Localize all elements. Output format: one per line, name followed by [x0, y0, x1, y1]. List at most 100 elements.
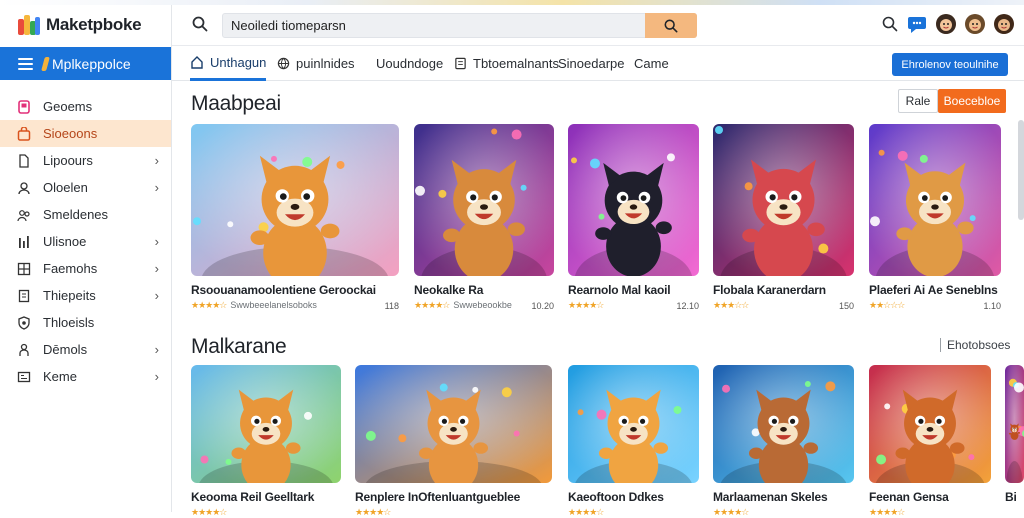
game-card[interactable]: Bi — [1005, 365, 1024, 504]
game-thumbnail[interactable] — [355, 365, 552, 483]
search-input[interactable] — [223, 14, 643, 37]
sidebar-item-label: Smeldenes — [43, 207, 109, 222]
sidebar-item[interactable]: Thiepeits › — [0, 282, 171, 309]
game-card[interactable]: Flobala Karanerdarn ★★★☆☆ 150 — [713, 124, 854, 311]
sidebar-item[interactable]: Keme › — [0, 363, 171, 390]
avatar[interactable] — [965, 14, 985, 34]
game-card[interactable]: Kaeoftoon Ddkes ★★★★☆ — [568, 365, 699, 518]
game-title[interactable]: Kaeoftoon Ddkes — [568, 490, 699, 504]
tab[interactable]: Uoudndoge — [376, 46, 443, 81]
chevron-right-icon: › — [154, 234, 159, 249]
game-thumbnail[interactable] — [568, 124, 699, 276]
rate-button[interactable]: Rale — [898, 89, 938, 113]
game-meta: ★★★★☆ 12.10 — [568, 300, 699, 311]
tab[interactable]: Unthagun — [190, 46, 267, 81]
people-icon — [17, 208, 31, 222]
shield-icon — [17, 315, 31, 330]
scrollbar[interactable] — [1018, 120, 1024, 220]
game-card[interactable]: Renplere InOftenluantgueblee ★★★★☆ — [355, 365, 552, 518]
game-count: 150 — [838, 300, 854, 311]
rating-group: ★★★★☆ — [869, 507, 905, 518]
sidebar-item-label: Oloelen — [43, 180, 88, 195]
game-card[interactable]: Marlaamenan Skeles ★★★★☆ — [713, 365, 854, 518]
avatar[interactable] — [994, 14, 1014, 34]
tabs-cta-button[interactable]: Ehrolenov teoulnihe — [892, 53, 1008, 76]
tab[interactable]: Came — [634, 46, 669, 81]
game-title[interactable]: Renplere InOftenluantgueblee — [355, 490, 552, 504]
star-rating-icon: ★★★★☆ — [869, 507, 905, 517]
rating-group: ★★★★☆ — [355, 507, 391, 518]
game-card[interactable]: Neokalke Ra ★★★★☆ Swwebeookbe 10.20 — [414, 124, 554, 311]
game-icon — [17, 99, 31, 114]
user-icon — [17, 181, 31, 195]
tab-label: Unthagun — [210, 54, 267, 70]
game-meta: ★★★☆☆ 150 — [713, 300, 854, 311]
game-card[interactable]: Rearnolo Mal kaoil ★★★★☆ 12.10 — [568, 124, 699, 311]
search-icon[interactable] — [882, 16, 898, 32]
logo-icon — [18, 15, 40, 35]
see-all-link[interactable]: Ehotobsoes — [940, 338, 1010, 352]
game-thumbnail[interactable] — [713, 124, 854, 276]
rating-group: ★★★★☆ — [713, 507, 749, 518]
game-count: 12.10 — [676, 300, 699, 311]
tab[interactable]: puinlnides — [277, 46, 355, 81]
section-title: Malkarane — [191, 335, 287, 358]
game-thumbnail[interactable] — [414, 124, 554, 276]
search-icon[interactable] — [192, 16, 208, 32]
game-card[interactable]: Rsoouanamoolentiene Geroockai ★★★★☆ Swwbee… — [191, 124, 399, 311]
star-rating-icon: ★★★☆☆ — [713, 300, 749, 310]
game-title[interactable]: Neokalke Ra — [414, 283, 554, 297]
game-title[interactable]: Marlaamenan Skeles — [713, 490, 854, 504]
game-card[interactable]: Plaeferi Ai Ae Seneblns ★★☆☆☆ 1.10 — [869, 124, 1001, 311]
sidebar-item-label: Ulisnoe — [43, 234, 87, 249]
game-title[interactable]: Plaeferi Ai Ae Seneblns — [869, 283, 1001, 297]
game-title[interactable]: Rearnolo Mal kaoil — [568, 283, 699, 297]
game-thumbnail[interactable] — [568, 365, 699, 483]
search-submit-button[interactable] — [645, 13, 697, 38]
sidebar-item[interactable]: Ulisnoe › — [0, 228, 171, 255]
game-title[interactable]: Flobala Karanerdarn — [713, 283, 854, 297]
menu-icon[interactable] — [18, 57, 33, 70]
sidebar-item-label: Dēmols — [43, 342, 88, 357]
tab[interactable]: Tbtoemalnants — [454, 46, 559, 81]
tag-icon — [41, 56, 50, 71]
game-count: 1.10 — [983, 300, 1001, 311]
game-title[interactable]: Keooma Reil Geelltark — [191, 490, 341, 504]
sidebar-item-label: Keme — [43, 369, 77, 384]
game-count: 10.20 — [531, 300, 554, 311]
game-card[interactable]: Feenan Gensa ★★★★☆ — [869, 365, 991, 518]
tab-label: puinlnides — [296, 56, 355, 71]
avatar[interactable] — [936, 14, 956, 34]
game-thumbnail[interactable] — [1005, 365, 1024, 483]
tab[interactable]: Sinoedarpe — [558, 46, 625, 81]
sidebar-item[interactable]: Sioeoons — [0, 120, 171, 147]
sidebar-item[interactable]: Thloeisls — [0, 309, 171, 336]
sidebar-item[interactable]: Geoems — [0, 93, 171, 120]
sidebar-header[interactable]: Mplkeppolce — [0, 47, 171, 80]
sidebar-item[interactable]: Oloelen › — [0, 174, 171, 201]
game-thumbnail[interactable] — [869, 365, 991, 483]
bars-icon — [17, 235, 31, 249]
game-title[interactable]: Rsoouanamoolentiene Geroockai — [191, 283, 399, 297]
chevron-right-icon: › — [154, 153, 159, 168]
star-rating-icon: ★★☆☆☆ — [869, 300, 905, 310]
sidebar-item[interactable]: Smeldenes — [0, 201, 171, 228]
star-rating-icon: ★★★★☆ — [713, 507, 749, 517]
game-title[interactable]: Feenan Gensa — [869, 490, 991, 504]
category-tabs: Ehrolenov teoulnihe Unthagun puinlnides Uo… — [172, 45, 1024, 81]
game-thumbnail[interactable] — [713, 365, 854, 483]
game-card[interactable]: Keooma Reil Geelltark ★★★★☆ — [191, 365, 341, 518]
app-logo[interactable]: Maketpboke — [0, 5, 171, 45]
primary-action-button[interactable]: Boecebloe — [938, 89, 1006, 113]
sidebar-item[interactable]: Faemohs › — [0, 255, 171, 282]
game-title[interactable]: Bi — [1005, 490, 1024, 504]
game-thumbnail[interactable] — [191, 124, 399, 276]
chat-icon[interactable] — [907, 14, 927, 34]
sidebar-item[interactable]: Lipoours › — [0, 147, 171, 174]
sidebar-item[interactable]: Dēmols › — [0, 336, 171, 363]
game-meta: ★★★★☆ Swwbeeelanelsoboks 118 — [191, 300, 399, 311]
search-field[interactable] — [222, 13, 697, 38]
game-thumbnail[interactable] — [869, 124, 1001, 276]
game-thumbnail[interactable] — [191, 365, 341, 483]
game-meta: ★★★★☆ — [869, 507, 991, 518]
